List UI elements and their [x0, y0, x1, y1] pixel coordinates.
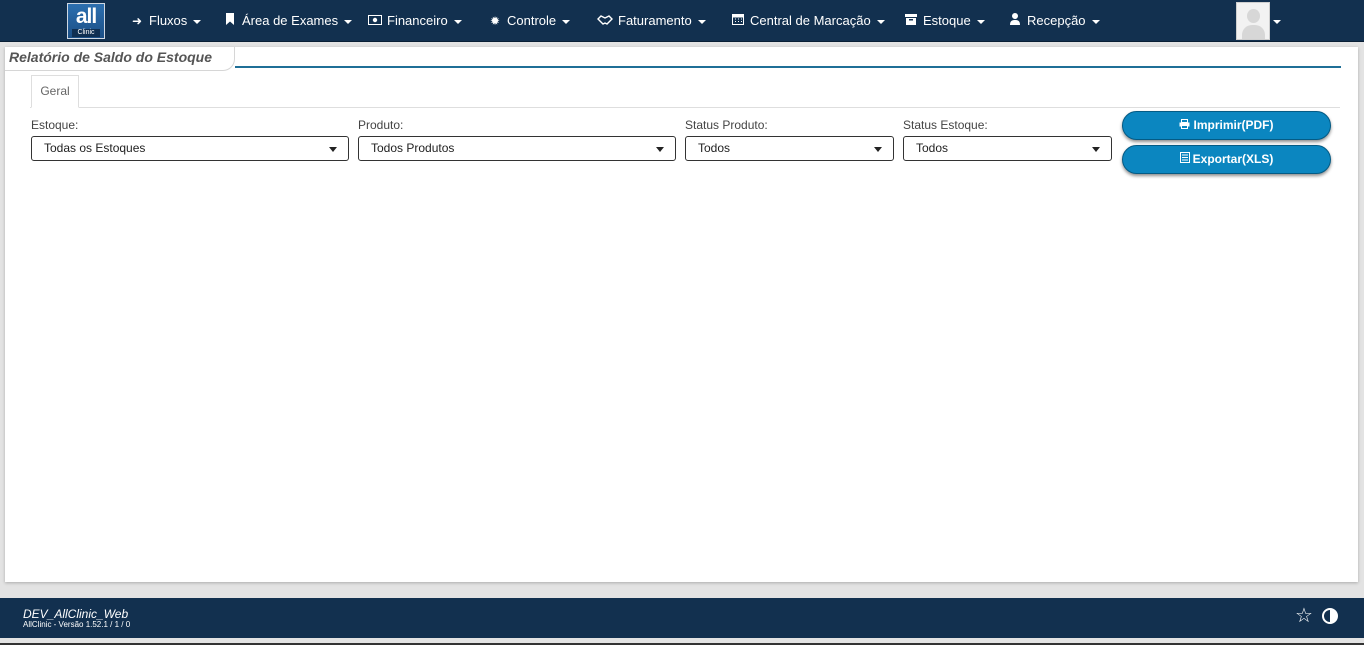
status-estoque-select-value: Todos: [916, 141, 949, 155]
chevron-down-icon: [1091, 19, 1100, 24]
arrow-right-icon: ➜: [131, 14, 143, 28]
export-xls-label: Exportar(XLS): [1192, 152, 1274, 166]
nav-label: Estoque: [923, 13, 971, 28]
estoque-label: Estoque:: [31, 118, 79, 132]
status-estoque-select[interactable]: Todos: [903, 136, 1112, 161]
logo-text: all: [75, 5, 97, 28]
main-panel: Relatório de Saldo do Estoque Geral Esto…: [5, 47, 1358, 582]
top-navbar: all Clinic ➜ Fluxos Área de Exames Financ…: [0, 0, 1364, 42]
produto-label: Produto:: [358, 118, 404, 132]
bottom-strip: [0, 638, 1364, 645]
chevron-down-icon[interactable]: [1273, 20, 1281, 24]
user-icon: [1008, 0, 1022, 42]
title-divider: [235, 66, 1341, 68]
nav-area-exames[interactable]: Área de Exames: [223, 0, 353, 42]
logo-subtext: Clinic: [72, 29, 100, 37]
contrast-icon[interactable]: [1322, 608, 1338, 624]
app-logo[interactable]: all Clinic: [67, 3, 105, 39]
nav-label: Faturamento: [618, 13, 692, 28]
chevron-down-icon: [697, 19, 706, 24]
dropdown-arrow-icon: [874, 147, 882, 152]
nav-controle[interactable]: ✹ Controle: [488, 0, 571, 42]
print-pdf-button[interactable]: Imprimir(PDF): [1122, 111, 1331, 140]
dropdown-arrow-icon: [1092, 147, 1100, 152]
chevron-down-icon: [976, 19, 985, 24]
version-text: AllClinic - Versão 1.52.1 / 1 / 0: [23, 620, 131, 629]
nav-label: Fluxos: [149, 13, 188, 28]
nav-faturamento[interactable]: Faturamento: [596, 0, 706, 42]
handshake-icon: [596, 0, 613, 42]
nav-financeiro[interactable]: Financeiro: [368, 0, 462, 42]
bookmark-icon: [223, 0, 237, 42]
box-icon: [904, 0, 918, 42]
money-icon: [368, 0, 382, 42]
nav-estoque[interactable]: Estoque: [904, 0, 985, 42]
estoque-select-value: Todas os Estoques: [44, 141, 146, 155]
printer-icon: [1179, 113, 1190, 140]
avatar-head: [1247, 9, 1260, 23]
status-produto-select[interactable]: Todos: [685, 136, 894, 161]
tab-geral[interactable]: Geral: [31, 75, 79, 108]
list-icon: [1179, 147, 1190, 174]
chevron-down-icon: [562, 19, 571, 24]
user-avatar[interactable]: [1236, 2, 1270, 40]
nav-label: Central de Marcação: [750, 13, 871, 28]
calendar-icon: [731, 0, 745, 42]
nav-label: Controle: [507, 13, 557, 28]
page-title: Relatório de Saldo do Estoque: [5, 47, 235, 71]
estoque-select[interactable]: Todas os Estoques: [31, 136, 349, 161]
nav-fluxos[interactable]: ➜ Fluxos: [130, 0, 202, 42]
nav-central-marcacao[interactable]: Central de Marcação: [731, 0, 885, 42]
nav-label: Financeiro: [387, 13, 448, 28]
chevron-down-icon: [876, 19, 885, 24]
gear-icon: ✹: [489, 14, 501, 28]
star-icon[interactable]: ☆: [1295, 605, 1313, 627]
tab-bar: Geral: [30, 75, 1340, 108]
environment-name: DEV_AllClinic_Web: [23, 607, 129, 621]
nav-recepcao[interactable]: Recepção: [1008, 0, 1100, 42]
dropdown-arrow-icon: [329, 147, 337, 152]
status-estoque-label: Status Estoque:: [903, 118, 988, 132]
status-produto-select-value: Todos: [698, 141, 731, 155]
nav-label: Área de Exames: [242, 13, 339, 28]
status-produto-label: Status Produto:: [685, 118, 768, 132]
chevron-down-icon: [193, 19, 202, 24]
nav-label: Recepção: [1027, 13, 1086, 28]
avatar-body: [1242, 25, 1265, 39]
print-pdf-label: Imprimir(PDF): [1193, 118, 1274, 132]
export-xls-button[interactable]: Exportar(XLS): [1122, 145, 1331, 174]
chevron-down-icon: [453, 19, 462, 24]
produto-select-value: Todos Produtos: [371, 141, 455, 155]
chevron-down-icon: [344, 19, 353, 24]
produto-select[interactable]: Todos Produtos: [358, 136, 676, 161]
dropdown-arrow-icon: [656, 147, 664, 152]
footer: DEV_AllClinic_Web AllClinic - Versão 1.5…: [0, 598, 1364, 638]
